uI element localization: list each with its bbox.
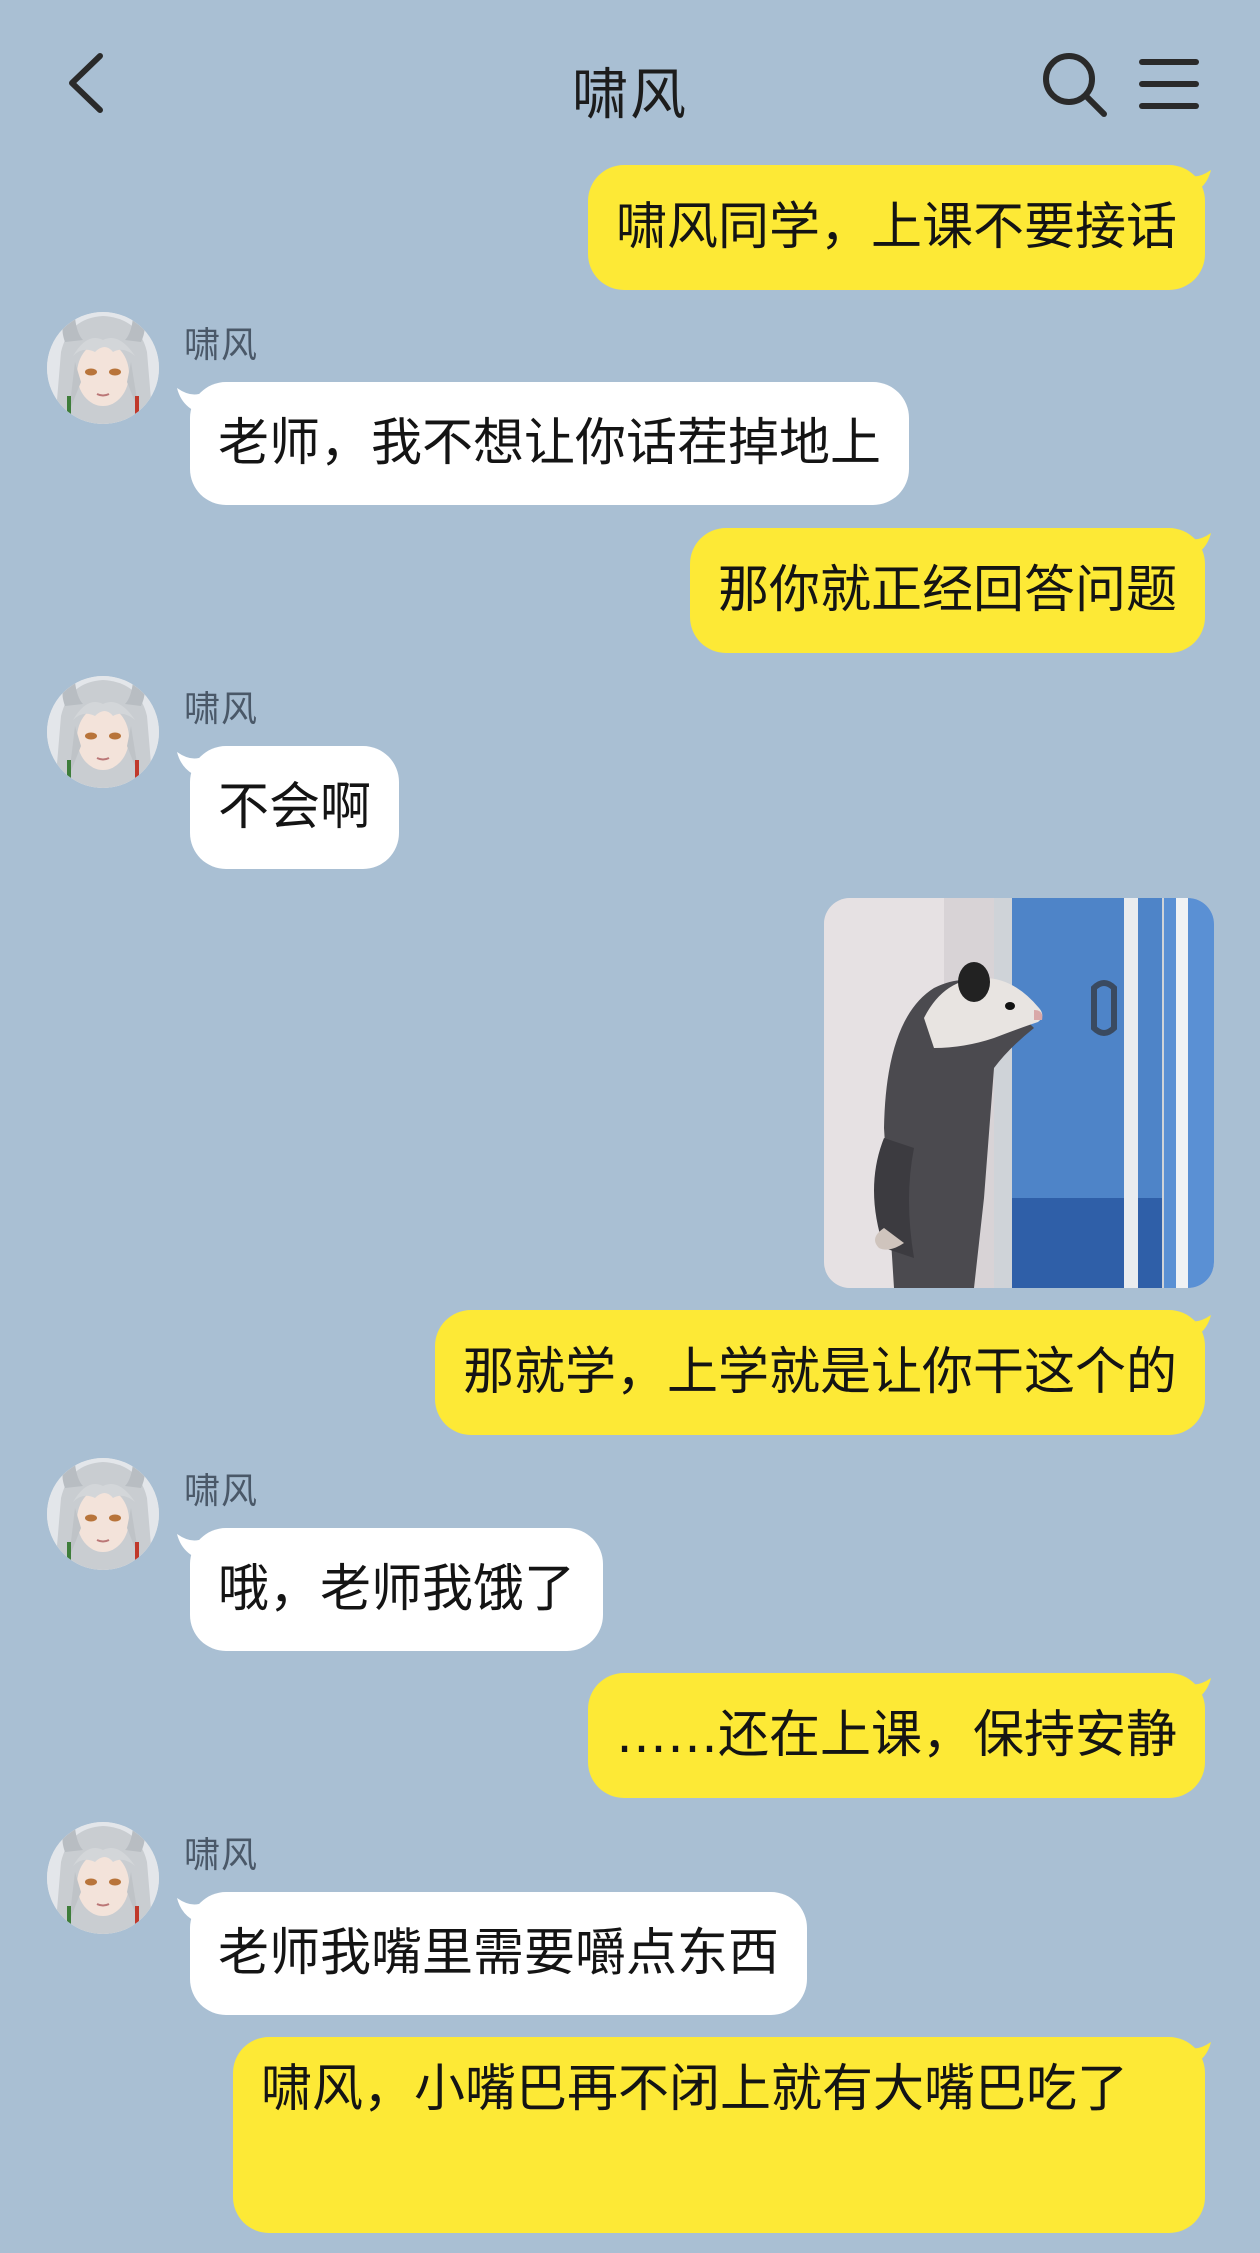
bubble-tail (1177, 531, 1211, 561)
outgoing-message-bubble[interactable]: ……还在上课，保持安静 (587, 1673, 1205, 1798)
avatar-image (47, 1458, 159, 1570)
bubble-tail (1177, 1313, 1211, 1343)
search-icon (1043, 53, 1107, 117)
bubble-tail (1177, 1676, 1211, 1706)
message-text: 那你就正经回答问题 (717, 560, 1177, 620)
avatar-image (47, 1822, 159, 1934)
incoming-message-bubble[interactable]: 老师，我不想让你话茬掉地上 (190, 382, 910, 505)
bubble-tail (1177, 168, 1211, 198)
avatar[interactable] (47, 1458, 159, 1570)
message-text: 老师，我不想让你话茬掉地上 (218, 413, 882, 473)
image-message[interactable] (824, 898, 1214, 1288)
sender-name: 啸风 (184, 325, 259, 366)
message-text: 老师我嘴里需要嚼点东西 (218, 1923, 780, 1983)
outgoing-message-bubble[interactable]: 啸风同学，上课不要接话 (587, 165, 1205, 290)
avatar-image (47, 676, 159, 788)
menu-icon (1139, 59, 1199, 109)
avatar[interactable] (47, 676, 159, 788)
avatar[interactable] (47, 312, 159, 424)
avatar-image (47, 312, 159, 424)
incoming-message-bubble[interactable]: 哦，老师我饿了 (190, 1528, 604, 1651)
bubble-tail (177, 386, 211, 416)
sender-name: 啸风 (184, 1835, 259, 1876)
outgoing-message-bubble[interactable]: 啸风，小嘴巴再不闭上就有大嘴巴吃了 (233, 2037, 1205, 2233)
outgoing-message-bubble[interactable]: 那就学，上学就是让你干这个的 (434, 1310, 1205, 1435)
message-text: 那就学，上学就是让你干这个的 (462, 1342, 1177, 1402)
bubble-tail (177, 750, 211, 780)
message-text: 啸风同学，上课不要接话 (615, 197, 1177, 257)
search-button[interactable] (1040, 50, 1110, 120)
message-text: 哦，老师我饿了 (218, 1559, 576, 1619)
message-text: 啸风，小嘴巴再不闭上就有大嘴巴吃了 (261, 2060, 1129, 2119)
opossum-standing-at-window-image (824, 898, 1214, 1288)
incoming-message-bubble[interactable]: 不会啊 (190, 746, 400, 869)
bubble-tail (177, 1532, 211, 1562)
incoming-message-bubble[interactable]: 老师我嘴里需要嚼点东西 (190, 1892, 808, 2015)
bubble-tail (177, 1896, 211, 1926)
message-text: 不会啊 (218, 777, 372, 837)
sender-name: 啸风 (184, 689, 259, 730)
outgoing-message-bubble[interactable]: 那你就正经回答问题 (689, 528, 1205, 653)
message-text: ……还在上课，保持安静 (615, 1705, 1177, 1765)
sender-name: 啸风 (184, 1471, 259, 1512)
chat-header: 啸风 (0, 0, 1260, 165)
menu-button[interactable] (1138, 54, 1200, 114)
bubble-tail (1177, 2040, 1211, 2070)
avatar[interactable] (47, 1822, 159, 1934)
